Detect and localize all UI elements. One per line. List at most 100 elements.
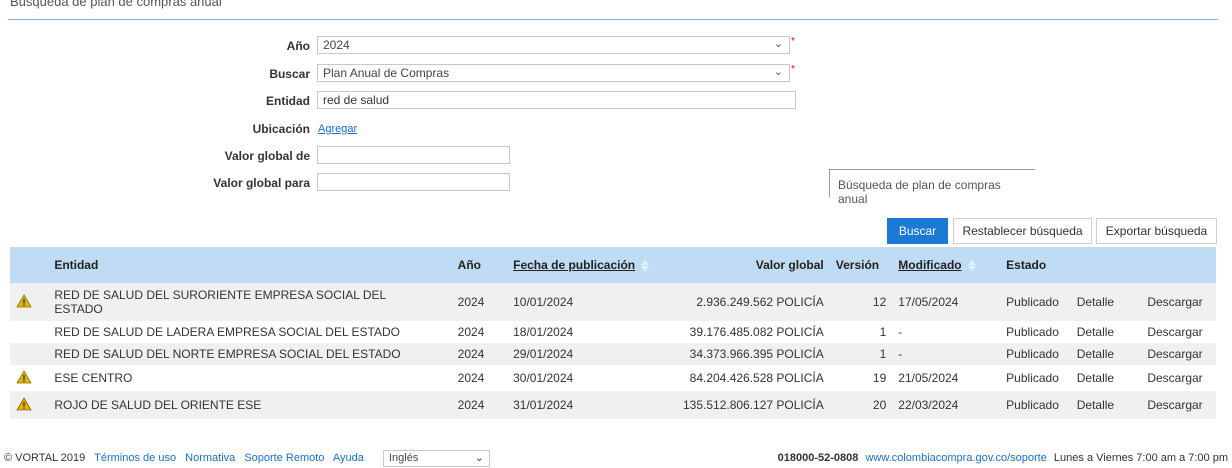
header-warning	[10, 247, 49, 283]
download-link[interactable]: Descargar	[1141, 365, 1216, 391]
table-row: RED DE SALUD DEL SURORIENTE EMPRESA SOCI…	[10, 283, 1216, 321]
sort-modified-label[interactable]: Modificado	[898, 258, 961, 272]
value-cell: 2.936.249.562 POLICÍA	[668, 283, 830, 321]
value-cell: 135.512.806.127 POLICÍA	[668, 391, 830, 419]
warning-cell	[10, 343, 49, 365]
year-cell: 2024	[451, 283, 508, 321]
entity-input[interactable]: red de salud	[317, 91, 796, 109]
year-select-value: 2024	[323, 38, 350, 52]
warning-cell	[10, 283, 49, 321]
chevron-down-icon: ⌄	[474, 452, 484, 464]
language-select[interactable]: Inglés ⌄	[383, 450, 490, 467]
sort-icon[interactable]	[967, 260, 976, 272]
footer: © VORTAL 2019 Términos de uso Normativa …	[0, 449, 1232, 468]
normative-link[interactable]: Normativa	[185, 452, 235, 464]
value-cell: 39.176.485.082 POLICÍA	[668, 321, 830, 343]
sort-pub-date-label[interactable]: Fecha de publicación	[513, 258, 635, 272]
search-type-select[interactable]: Plan Anual de Compras ⌄	[317, 64, 790, 82]
search-type-label: Buscar	[269, 67, 310, 81]
table-header-row: Entidad Año Fecha de publicación Valor g…	[10, 247, 1216, 283]
entity-input-value: red de salud	[323, 93, 390, 107]
version-cell: 19	[829, 365, 893, 391]
year-label-wrap: Año	[0, 36, 310, 56]
detail-link[interactable]: Detalle	[1070, 321, 1142, 343]
warning-cell	[10, 365, 49, 391]
header-entity: Entidad	[48, 247, 452, 283]
entity-line-2: ESTADO	[54, 302, 103, 316]
value-to-label-wrap: Valor global para	[0, 173, 310, 193]
value-cell: 84.204.426.528 POLICÍA	[668, 365, 830, 391]
table-row: RED DE SALUD DEL NORTE EMPRESA SOCIAL DE…	[10, 343, 1216, 365]
pub-date-cell: 30/01/2024	[507, 365, 669, 391]
entity-label-wrap: Entidad	[0, 91, 310, 111]
warning-icon	[16, 369, 32, 383]
status-cell: Publicado	[1000, 391, 1071, 419]
location-label-wrap: Ubicación	[0, 119, 310, 139]
header-global-value: Valor global	[668, 247, 830, 283]
header-modified[interactable]: Modificado	[892, 247, 1001, 283]
pub-date-cell: 10/01/2024	[507, 283, 669, 321]
version-cell: 12	[829, 283, 893, 321]
required-mark: *	[791, 64, 795, 75]
chevron-down-icon: ⌄	[773, 38, 783, 50]
detail-link[interactable]: Detalle	[1070, 343, 1142, 365]
detail-link[interactable]: Detalle	[1070, 283, 1142, 321]
terms-link[interactable]: Términos de uso	[94, 452, 176, 464]
language-value: Inglés	[389, 452, 419, 464]
value-to-input[interactable]	[317, 173, 510, 191]
warning-icon	[16, 396, 32, 410]
export-search-button[interactable]: Exportar búsqueda	[1096, 218, 1217, 244]
header-version: Versión	[829, 247, 893, 283]
copyright-text: © VORTAL 2019	[4, 452, 86, 464]
results-table: Entidad Año Fecha de publicación Valor g…	[10, 247, 1216, 419]
warning-cell	[10, 321, 49, 343]
modified-cell: 17/05/2024	[892, 283, 1001, 321]
header-pub-date[interactable]: Fecha de publicación	[507, 247, 669, 283]
entity-label: Entidad	[266, 94, 310, 108]
search-button[interactable]: Buscar	[887, 218, 948, 244]
download-link[interactable]: Descargar	[1141, 343, 1216, 365]
year-cell: 2024	[451, 365, 508, 391]
remote-support-link[interactable]: Soporte Remoto	[244, 452, 324, 464]
detail-link[interactable]: Detalle	[1070, 365, 1142, 391]
status-cell: Publicado	[1000, 365, 1071, 391]
pub-date-cell: 29/01/2024	[507, 343, 669, 365]
detail-link[interactable]: Detalle	[1070, 391, 1142, 419]
section-title: Búsqueda de plan de compras anual	[10, 0, 222, 9]
modified-cell: -	[892, 321, 1001, 343]
status-cell: Publicado	[1000, 343, 1071, 365]
status-cell: Publicado	[1000, 321, 1071, 343]
version-cell: 1	[829, 321, 893, 343]
section-header: Búsqueda de plan de compras anual	[8, 0, 1218, 20]
chevron-down-icon: ⌄	[773, 66, 783, 78]
header-year: Año	[451, 247, 508, 283]
download-link[interactable]: Descargar	[1141, 283, 1216, 321]
year-cell: 2024	[451, 321, 508, 343]
entity-cell: RED DE SALUD DEL SURORIENTE EMPRESA SOCI…	[48, 283, 452, 321]
entity-line-1: RED DE SALUD DEL SURORIENTE EMPRESA SOCI…	[54, 288, 387, 302]
sort-icon[interactable]	[641, 260, 650, 272]
download-link[interactable]: Descargar	[1141, 321, 1216, 343]
year-cell: 2024	[451, 391, 508, 419]
value-from-input[interactable]	[317, 146, 510, 164]
table-row: ESE CENTRO 2024 30/01/2024 84.204.426.52…	[10, 365, 1216, 391]
reset-search-button[interactable]: Restablecer búsqueda	[953, 218, 1092, 244]
modified-cell: 22/03/2024	[892, 391, 1001, 419]
pub-date-cell: 18/01/2024	[507, 321, 669, 343]
tooltip-text: Búsqueda de plan de compras anual	[838, 178, 1001, 206]
add-location-link[interactable]: Agregar	[318, 123, 357, 135]
header-detail	[1070, 247, 1142, 283]
hours-text: Lunes a Viernes 7:00 am a 7:00 pm	[1053, 452, 1228, 464]
footer-right: 018000-52-0808 www.colombiacompra.gov.co…	[774, 452, 1228, 464]
warning-icon	[16, 293, 32, 307]
status-cell: Publicado	[1000, 283, 1071, 321]
modified-cell: 21/05/2024	[892, 365, 1001, 391]
search-label-wrap: Buscar	[0, 64, 310, 84]
support-url-link[interactable]: www.colombiacompra.gov.co/soporte	[865, 452, 1046, 464]
download-link[interactable]: Descargar	[1141, 391, 1216, 419]
required-mark: *	[791, 36, 795, 47]
modified-cell: -	[892, 343, 1001, 365]
year-select[interactable]: 2024 ⌄	[317, 36, 790, 54]
help-link[interactable]: Ayuda	[333, 452, 364, 464]
table-row: RED DE SALUD DE LADERA EMPRESA SOCIAL DE…	[10, 321, 1216, 343]
